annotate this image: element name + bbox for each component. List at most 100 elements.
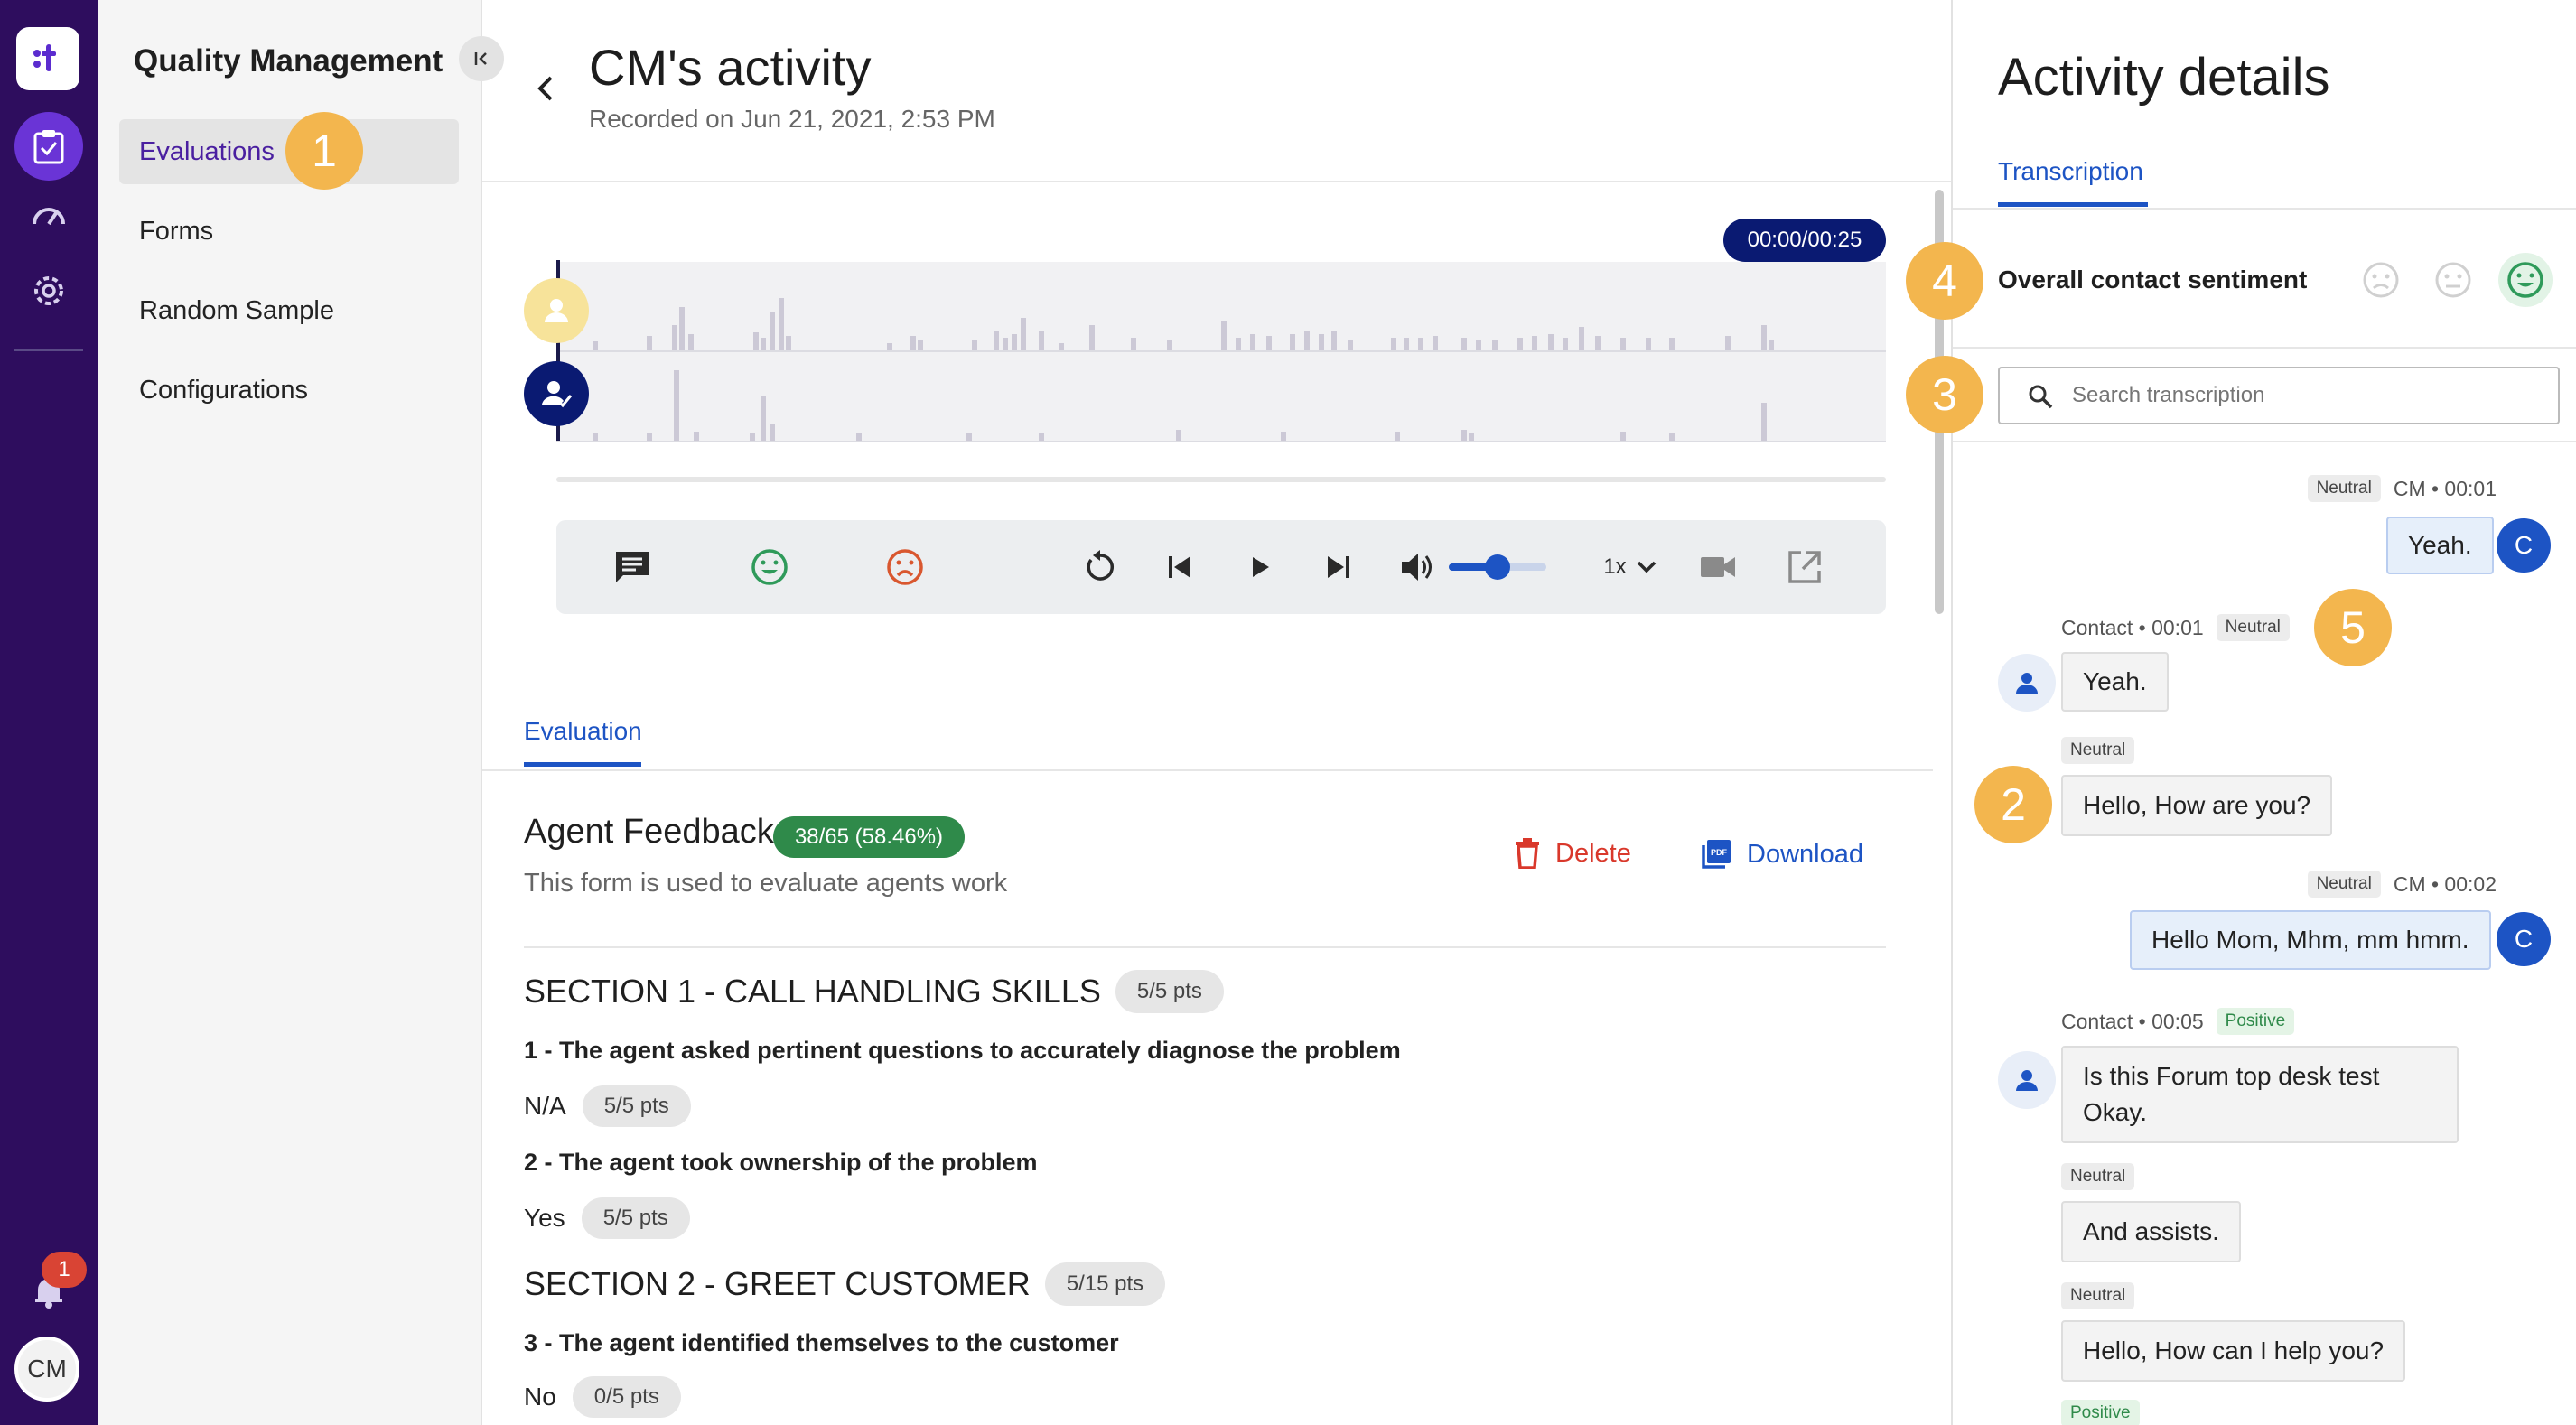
- contact-message: Is this Forum top desk test Okay.: [2061, 1046, 2459, 1143]
- answer-1: N/A 5/5 pts: [524, 1085, 691, 1127]
- seek-bar[interactable]: [556, 477, 1886, 482]
- section-points: 5/5 pts: [1115, 970, 1224, 1013]
- page-title: CM's activity: [589, 39, 872, 96]
- sentiment-tag: Neutral: [2307, 871, 2381, 898]
- section-2-header: SECTION 2 - GREET CUSTOMER 5/15 pts: [524, 1262, 1166, 1306]
- agent-waveform[interactable]: [556, 262, 1886, 352]
- sentiment-tag: Positive: [2061, 1400, 2140, 1425]
- sentiment-tag: Neutral: [2061, 1282, 2135, 1309]
- agent-avatar: C: [2497, 518, 2551, 573]
- message-text: Hello, How can I help you?: [2083, 1337, 2385, 1364]
- volume-button[interactable]: [1396, 545, 1440, 589]
- skip-forward-button[interactable]: [1317, 545, 1360, 589]
- message-text: And assists.: [2083, 1217, 2219, 1245]
- message-text: Hello Mom, Mhm, mm hmm.: [2151, 926, 2469, 954]
- section-title: SECTION 1 - CALL HANDLING SKILLS: [524, 973, 1101, 1010]
- smile-icon: [751, 549, 788, 585]
- skip-back-button[interactable]: [1158, 545, 1201, 589]
- sidebar-item-random-sample[interactable]: Random Sample: [119, 278, 459, 343]
- delete-button[interactable]: Delete: [1514, 838, 1631, 869]
- search-transcription[interactable]: [1998, 367, 2560, 424]
- negative-mark-button[interactable]: [883, 545, 927, 589]
- recorded-date: Recorded on Jun 21, 2021, 2:53 PM: [589, 105, 995, 133]
- tab-evaluation[interactable]: Evaluation: [524, 717, 642, 746]
- form-title: Agent Feedback: [524, 813, 774, 851]
- back-button[interactable]: [533, 72, 558, 109]
- message-meta: Neutral CM • 00:02: [2307, 871, 2497, 898]
- message-text: Yeah.: [2408, 531, 2472, 559]
- app-logo[interactable]: [16, 27, 79, 90]
- question-2: 2 - The agent took ownership of the prob…: [524, 1149, 1038, 1176]
- download-label: Download: [1747, 839, 1863, 869]
- notification-badge: 1: [42, 1252, 87, 1288]
- sentiment-tag: Neutral: [2061, 737, 2135, 764]
- settings-nav[interactable]: [14, 256, 83, 325]
- sidebar-item-forms[interactable]: Forms: [119, 199, 459, 264]
- open-external-button[interactable]: [1783, 545, 1826, 589]
- message-meta: Contact • 00:01 Neutral: [2061, 614, 2290, 641]
- form-description: This form is used to evaluate agents wor…: [524, 869, 1008, 898]
- answer-3: No 0/5 pts: [524, 1376, 681, 1418]
- video-button[interactable]: [1696, 545, 1740, 589]
- replay-button[interactable]: [1078, 545, 1122, 589]
- tab-divider: [482, 769, 1933, 771]
- playback-time: 00:00/00:25: [1723, 219, 1886, 262]
- pdf-icon: PDF: [1702, 840, 1731, 869]
- video-camera-icon: [1701, 557, 1735, 577]
- message-text-line1: Is this Forum top desk test: [2083, 1062, 2380, 1090]
- answer-points: 5/5 pts: [581, 1197, 690, 1239]
- volume-knob[interactable]: [1485, 554, 1510, 580]
- answer-value: Yes: [524, 1204, 565, 1232]
- volume-slider[interactable]: [1449, 545, 1546, 589]
- speed-value: 1x: [1603, 554, 1627, 579]
- tab-divider: [1953, 208, 2576, 210]
- contact-avatar: [1998, 654, 2056, 712]
- contact-message: And assists.: [2061, 1201, 2241, 1262]
- agent-avatar: C: [2497, 912, 2551, 966]
- contact-avatar: [1998, 1051, 2056, 1109]
- rail-divider: [14, 349, 83, 351]
- callout-marker: 1: [285, 112, 363, 190]
- search-divider: [1953, 441, 2576, 442]
- sentiment-negative: [2354, 253, 2408, 307]
- tab-indicator: [1998, 202, 2148, 207]
- play-button[interactable]: [1237, 545, 1281, 589]
- search-input[interactable]: [2072, 376, 2542, 415]
- skip-next-icon: [1328, 556, 1349, 578]
- section-1-header: SECTION 1 - CALL HANDLING SKILLS 5/5 pts: [524, 970, 1224, 1013]
- play-icon: [1253, 557, 1269, 577]
- speaker-time: CM • 00:01: [2393, 476, 2497, 500]
- sidebar-item-configurations[interactable]: Configurations: [119, 358, 459, 423]
- skip-previous-icon: [1169, 556, 1190, 578]
- answer-points: 5/5 pts: [582, 1085, 691, 1127]
- tab-transcription[interactable]: Transcription: [1998, 157, 2143, 186]
- smile-icon: [2507, 262, 2543, 298]
- positive-mark-button[interactable]: [748, 545, 791, 589]
- main-content: CM's activity Recorded on Jun 21, 2021, …: [482, 0, 1951, 1425]
- callout-marker: 3: [1906, 356, 1983, 433]
- comment-button[interactable]: [611, 545, 654, 589]
- replay-icon: [1087, 550, 1114, 581]
- form-divider: [524, 946, 1886, 948]
- chevron-left-icon: [537, 76, 553, 101]
- sidebar-item-label: Random Sample: [139, 295, 334, 325]
- speed-select[interactable]: 1x: [1599, 545, 1662, 589]
- svg-text:PDF: PDF: [1711, 848, 1728, 857]
- download-button[interactable]: PDF Download: [1700, 838, 1863, 871]
- user-avatar[interactable]: CM: [14, 1337, 79, 1402]
- person-check-icon: [542, 381, 573, 408]
- header-divider: [482, 181, 1951, 182]
- dashboard-nav[interactable]: [14, 181, 83, 249]
- sentiment-tag: Neutral: [2061, 1163, 2135, 1190]
- person-icon: [2016, 1070, 2038, 1091]
- quality-management-nav[interactable]: [14, 112, 83, 181]
- gear-icon: [34, 276, 63, 305]
- answer-points: 0/5 pts: [572, 1376, 681, 1418]
- app-rail: 1 CM: [0, 0, 98, 1425]
- contact-waveform[interactable]: [556, 352, 1886, 442]
- delete-label: Delete: [1555, 838, 1631, 868]
- player-controls: 1x: [556, 520, 1886, 614]
- answer-value: N/A: [524, 1092, 566, 1120]
- frown-icon: [887, 549, 923, 585]
- sentiment-positive: [2498, 253, 2553, 307]
